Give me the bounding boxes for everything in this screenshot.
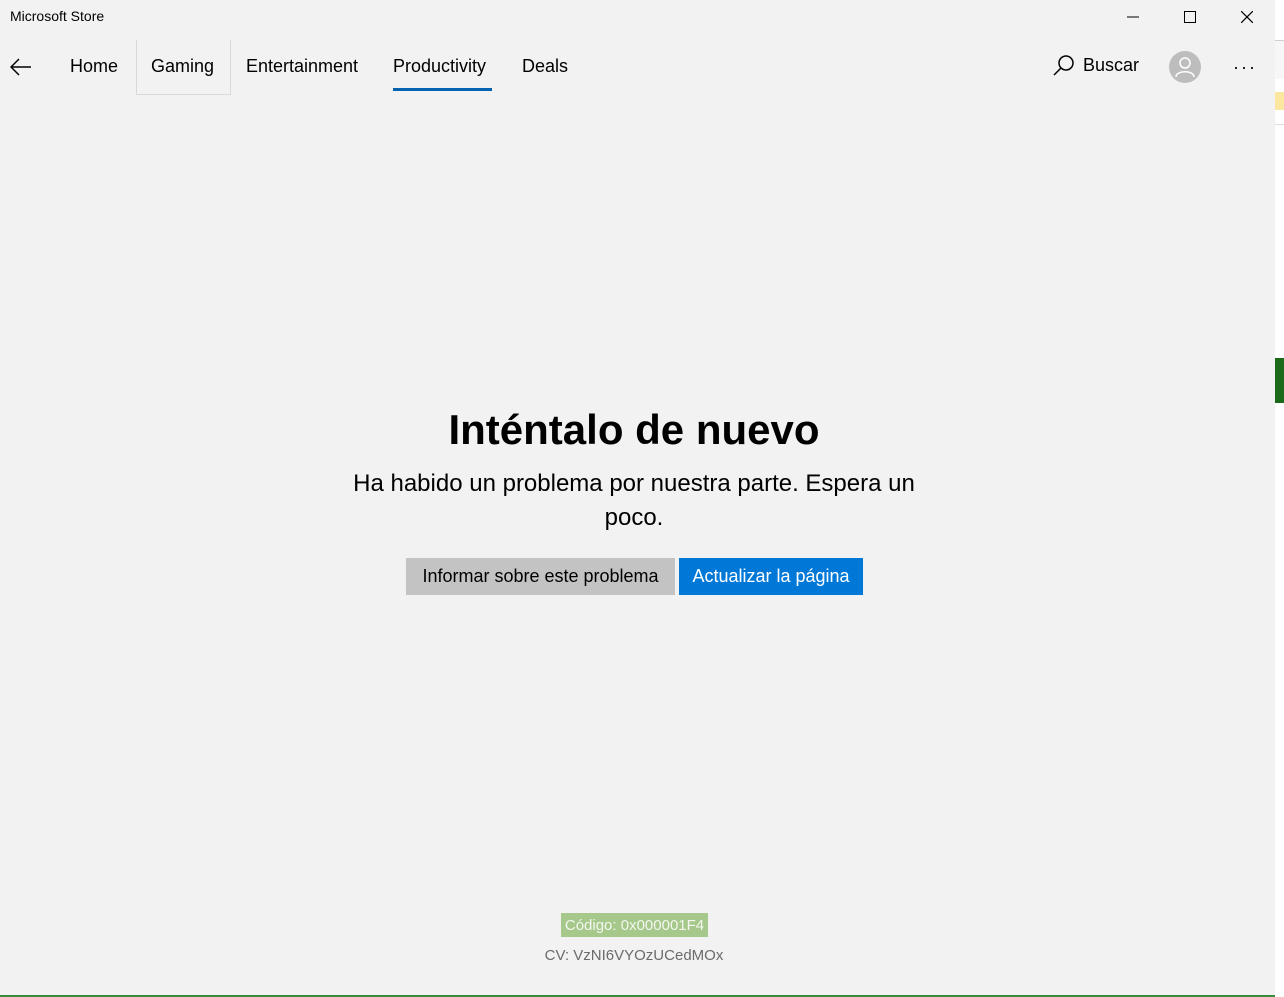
- close-icon: [1240, 10, 1253, 23]
- maximize-icon: [1183, 10, 1196, 23]
- background-window-edge: [1275, 0, 1284, 997]
- tab-deals[interactable]: Deals: [522, 56, 568, 77]
- close-button[interactable]: [1218, 0, 1275, 33]
- selected-tab-indicator: [393, 88, 492, 91]
- tab-gaming[interactable]: Gaming: [151, 56, 214, 77]
- user-icon: [1175, 57, 1195, 78]
- maximize-button[interactable]: [1161, 0, 1218, 33]
- back-arrow-icon: [10, 58, 31, 76]
- search-label: Buscar: [1083, 54, 1140, 75]
- microsoft-store-window: Microsoft Store Home Gaming Entertainmen…: [0, 0, 1275, 997]
- correlation-vector: CV: VzNI6VYOzUCedMOx: [544, 947, 724, 964]
- tab-entertainment[interactable]: Entertainment: [246, 56, 358, 77]
- tab-home[interactable]: Home: [70, 56, 118, 77]
- tab-productivity[interactable]: Productivity: [393, 56, 486, 77]
- background-window-strip: [1275, 40, 1284, 79]
- background-window-strip: [1275, 358, 1284, 403]
- account-avatar[interactable]: [1169, 51, 1201, 83]
- background-window-strip: [1275, 92, 1284, 110]
- search-icon: [1053, 55, 1074, 76]
- error-code: Código: 0x000001F4: [561, 913, 708, 937]
- error-title: Inténtalo de nuevo: [448, 406, 820, 453]
- search-button[interactable]: Buscar: [1053, 54, 1139, 76]
- minimize-icon: [1126, 16, 1139, 17]
- error-message: Ha habido un problema por nuestra parte.…: [353, 470, 915, 531]
- minimize-button[interactable]: [1104, 0, 1161, 33]
- background-window-strip: [1275, 124, 1284, 155]
- top-navigation: Home Gaming Entertainment Productivity D…: [0, 40, 1275, 96]
- report-problem-button[interactable]: Informar sobre este problema: [406, 558, 675, 595]
- window-controls: [1104, 0, 1275, 33]
- back-button[interactable]: [6, 52, 36, 82]
- more-options-button[interactable]: ···: [1226, 52, 1264, 82]
- refresh-page-button[interactable]: Actualizar la página: [679, 558, 863, 595]
- app-title: Microsoft Store: [10, 8, 105, 24]
- title-bar: Microsoft Store: [0, 0, 1275, 33]
